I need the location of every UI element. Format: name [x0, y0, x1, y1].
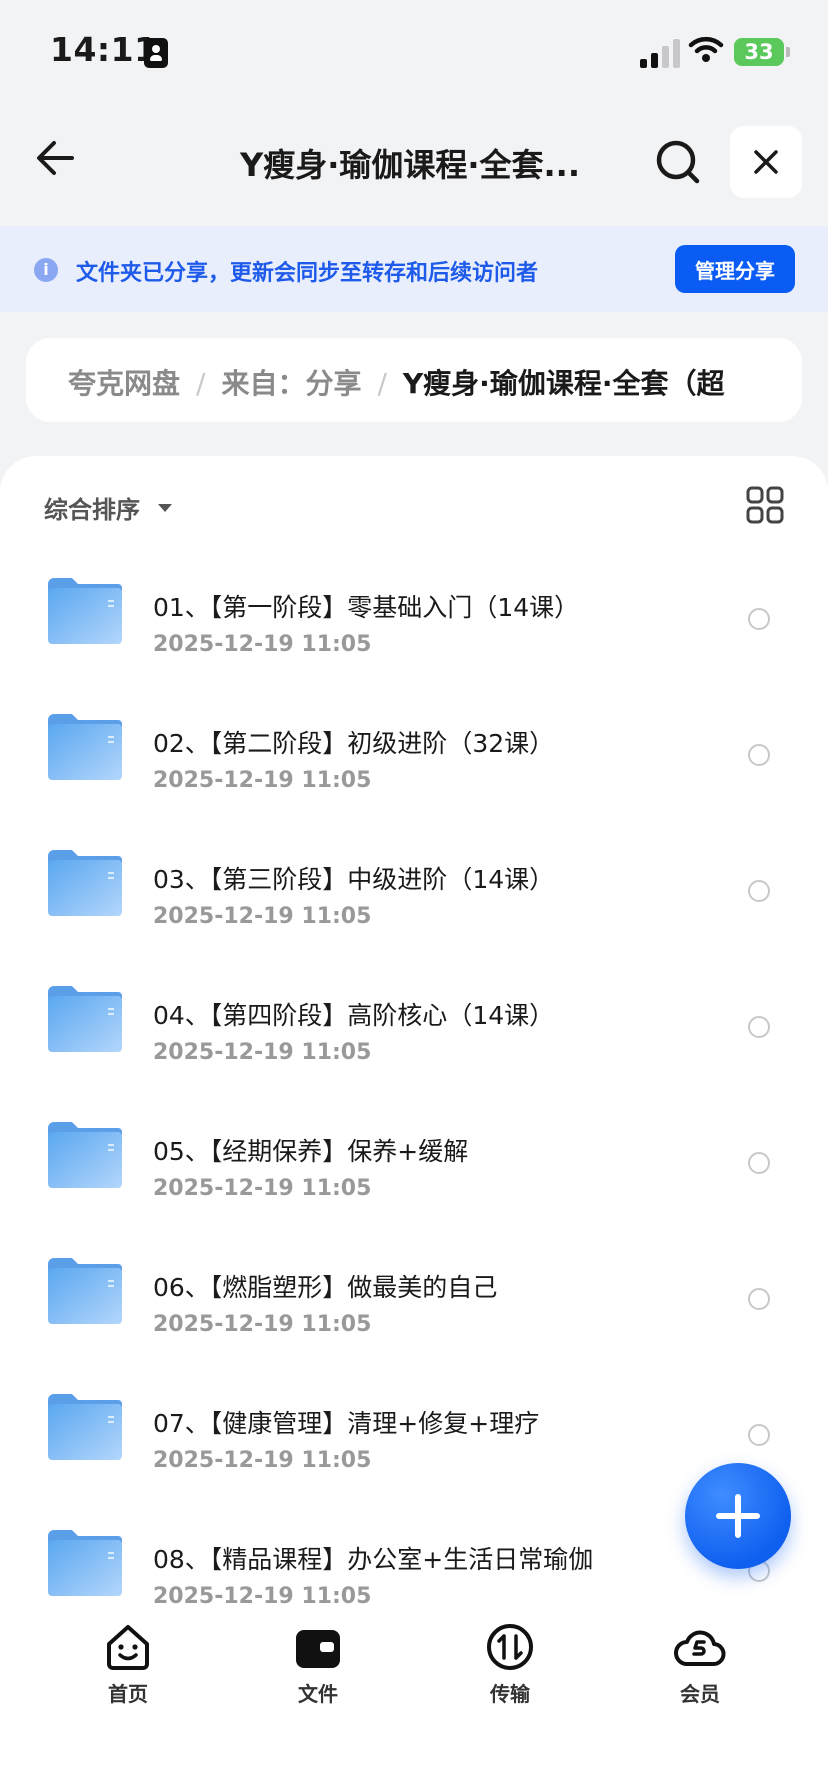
back-arrow-icon[interactable]: [30, 130, 86, 186]
file-panel: 综合排序 01、【第一阶段】零基础入门（14课） 2025-12-19 11:05…: [0, 456, 828, 1792]
tab-bar: 首页 文件 传输 会员: [0, 1604, 828, 1792]
file-date: 2025-12-19 11:05: [153, 1584, 372, 1606]
status-time: 14:11: [50, 30, 158, 69]
cloud-vip-icon: [674, 1630, 726, 1666]
page-title: Y瘦身·瑜伽课程·全套...: [240, 146, 580, 184]
select-checkbox[interactable]: [748, 1288, 770, 1310]
breadcrumb-separator: /: [196, 367, 206, 400]
folder-icon: [46, 576, 124, 646]
file-name: 08、【精品课程】办公室+生活日常瑜伽: [153, 1545, 594, 1574]
file-row[interactable]: 03、【第三阶段】中级进阶（14课） 2025-12-19 11:05: [0, 828, 828, 964]
file-date: 2025-12-19 11:05: [153, 1448, 372, 1473]
folder-icon: [46, 1392, 124, 1462]
select-checkbox[interactable]: [748, 1152, 770, 1174]
wifi-icon: [688, 36, 724, 62]
folder-icon: [46, 984, 124, 1054]
file-name: 02、【第二阶段】初级进阶（32课）: [153, 729, 555, 758]
manage-share-button[interactable]: 管理分享: [675, 245, 795, 293]
sort-dropdown[interactable]: 综合排序: [44, 490, 172, 525]
close-button[interactable]: [730, 126, 802, 198]
file-row[interactable]: 04、【第四阶段】高阶核心（14课） 2025-12-19 11:05: [0, 964, 828, 1100]
tab-home[interactable]: 首页: [68, 1622, 188, 1707]
add-button[interactable]: [685, 1463, 791, 1569]
file-row[interactable]: 02、【第二阶段】初级进阶（32课） 2025-12-19 11:05: [0, 692, 828, 828]
file-name: 03、【第三阶段】中级进阶（14课）: [153, 865, 555, 894]
select-checkbox[interactable]: [748, 1016, 770, 1038]
select-checkbox[interactable]: [748, 744, 770, 766]
folder-icon: [46, 1528, 124, 1598]
battery-icon: 33: [734, 38, 790, 66]
nav-header: Y瘦身·瑜伽课程·全套...: [0, 100, 828, 226]
folder-icon: [46, 1120, 124, 1190]
tab-files[interactable]: 文件: [258, 1622, 378, 1707]
file-name: 05、【经期保养】保养+缓解: [153, 1137, 469, 1166]
file-date: 2025-12-19 11:05: [153, 1176, 372, 1201]
tab-vip[interactable]: 会员: [640, 1622, 760, 1707]
close-icon: [754, 150, 778, 174]
smile-home-icon: [107, 1625, 149, 1670]
select-checkbox[interactable]: [748, 880, 770, 902]
share-banner: i 文件夹已分享，更新会同步至转存和后续访问者 管理分享: [0, 226, 828, 312]
plus-icon: [716, 1494, 760, 1538]
file-name: 06、【燃脂塑形】做最美的自己: [153, 1273, 498, 1302]
wallet-folder-icon: [296, 1630, 340, 1668]
file-date: 2025-12-19 11:05: [153, 904, 372, 929]
breadcrumb-separator: /: [377, 367, 387, 400]
cellular-signal-icon: [640, 38, 682, 68]
tab-transfer[interactable]: 传输: [450, 1622, 570, 1707]
tab-vip-label: 会员: [680, 1682, 720, 1706]
home-indicator: [280, 1758, 548, 1768]
status-bar: 14:11 33: [0, 0, 828, 100]
file-name: 04、【第四阶段】高阶核心（14课）: [153, 1001, 555, 1030]
file-date: 2025-12-19 11:05: [153, 632, 372, 657]
breadcrumb-fade: [742, 338, 802, 422]
file-row[interactable]: 01、【第一阶段】零基础入门（14课） 2025-12-19 11:05: [0, 556, 828, 692]
folder-icon: [46, 1256, 124, 1326]
caret-down-icon: [158, 503, 172, 512]
file-row[interactable]: 05、【经期保养】保养+缓解 2025-12-19 11:05: [0, 1100, 828, 1236]
select-checkbox[interactable]: [748, 1424, 770, 1446]
tab-transfer-label: 传输: [490, 1682, 530, 1706]
file-date: 2025-12-19 11:05: [153, 1312, 372, 1337]
grid-view-icon[interactable]: [746, 486, 784, 524]
file-date: 2025-12-19 11:05: [153, 768, 372, 793]
tab-files-label: 文件: [298, 1682, 338, 1706]
breadcrumb: 夸克网盘 / 来自：分享 / Y瘦身·瑜伽课程·全套（超: [26, 338, 802, 422]
sort-label: 综合排序: [44, 496, 140, 524]
file-row[interactable]: 06、【燃脂塑形】做最美的自己 2025-12-19 11:05: [0, 1236, 828, 1372]
share-banner-text: 文件夹已分享，更新会同步至转存和后续访问者: [76, 261, 539, 286]
breadcrumb-middle[interactable]: 来自：分享: [221, 367, 361, 400]
file-name: 07、【健康管理】清理+修复+理疗: [153, 1409, 540, 1438]
file-date: 2025-12-19 11:05: [153, 1040, 372, 1065]
tab-home-label: 首页: [108, 1682, 148, 1706]
info-icon: i: [34, 258, 58, 282]
folder-icon: [46, 848, 124, 918]
file-name: 01、【第一阶段】零基础入门（14课）: [153, 593, 580, 622]
search-icon[interactable]: [654, 138, 702, 186]
breadcrumb-root[interactable]: 夸克网盘: [68, 367, 180, 400]
transfer-icon: [487, 1624, 533, 1670]
contact-card-icon: [144, 38, 168, 68]
breadcrumb-current: Y瘦身·瑜伽课程·全套（超: [402, 367, 725, 400]
select-checkbox[interactable]: [748, 608, 770, 630]
folder-icon: [46, 712, 124, 782]
file-list: 01、【第一阶段】零基础入门（14课） 2025-12-19 11:05 02、【第…: [0, 556, 828, 1606]
